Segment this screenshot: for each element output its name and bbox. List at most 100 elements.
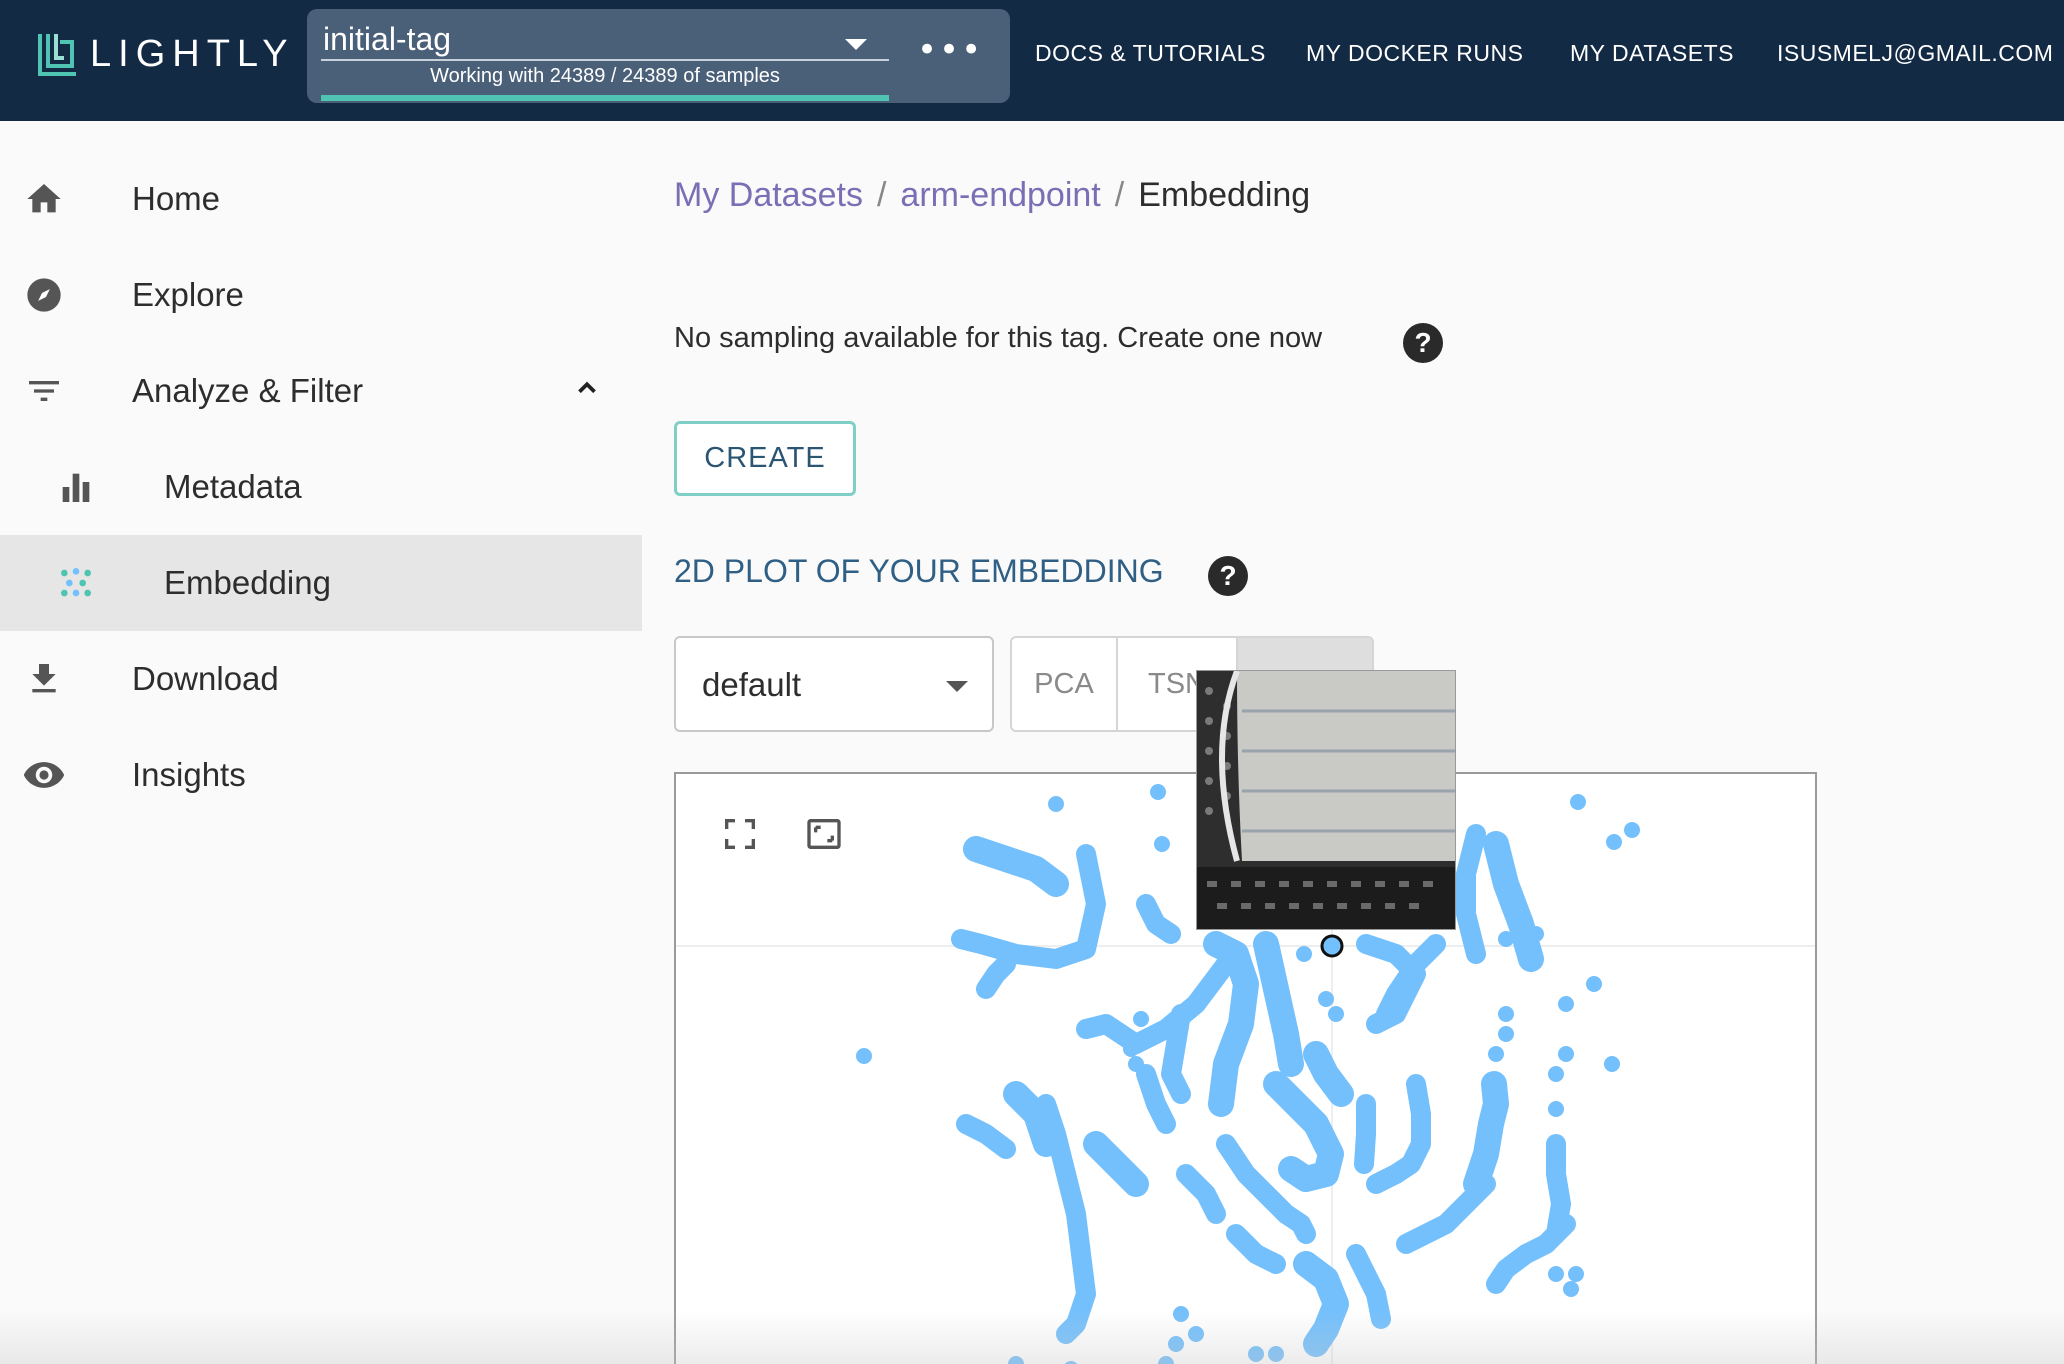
create-sampling-button[interactable]: CREATE: [674, 421, 856, 496]
embedding-point[interactable]: [1123, 1041, 1139, 1057]
embedding-point[interactable]: [1558, 1046, 1574, 1062]
sidebar-item-download[interactable]: Download: [0, 631, 642, 727]
download-icon: [22, 657, 66, 701]
help-icon[interactable]: ?: [1403, 323, 1443, 363]
embedding-cluster[interactable]: [1083, 1131, 1149, 1197]
embedding-point[interactable]: [1624, 822, 1640, 838]
embedding-cluster[interactable]: [1176, 1164, 1226, 1224]
embedding-select[interactable]: default: [674, 636, 994, 732]
help-icon[interactable]: ?: [1208, 556, 1248, 596]
embedding-point[interactable]: [1548, 1266, 1564, 1282]
breadcrumb-current: Embedding: [1138, 176, 1311, 214]
embedding-cluster[interactable]: [976, 954, 1016, 999]
embedding-point[interactable]: [1498, 1006, 1514, 1022]
embedding-cluster[interactable]: [1226, 1224, 1286, 1274]
embedding-cluster[interactable]: [1396, 1174, 1496, 1254]
sidebar-item-label: Embedding: [164, 564, 331, 601]
embedding-point[interactable]: [1188, 1326, 1204, 1342]
embedding-point[interactable]: [1570, 794, 1586, 810]
embedding-cluster[interactable]: [1366, 1074, 1431, 1194]
chevron-down-icon[interactable]: [845, 39, 867, 50]
embedding-cluster[interactable]: [1346, 1244, 1391, 1329]
eye-icon: [22, 753, 66, 797]
embedding-point[interactable]: [1604, 1056, 1620, 1072]
embedding-point[interactable]: [1008, 1356, 1024, 1364]
sidebar-item-label: Home: [132, 180, 221, 217]
embedding-cluster[interactable]: [1253, 931, 1304, 1077]
tag-name[interactable]: initial-tag: [323, 21, 451, 58]
breadcrumb-separator: /: [1114, 176, 1125, 214]
embedding-point[interactable]: [1568, 1266, 1584, 1282]
breadcrumb-my-datasets[interactable]: My Datasets: [674, 176, 863, 214]
embedding-point[interactable]: [1498, 931, 1514, 947]
embedding-point[interactable]: [1048, 796, 1064, 812]
scatter-icon: [54, 561, 98, 605]
tag-underline: [321, 59, 889, 61]
embedding-point[interactable]: [953, 931, 969, 947]
sidebar-item-analyze-filter[interactable]: Analyze & Filter: [0, 343, 642, 439]
method-pca[interactable]: PCA: [1012, 638, 1118, 730]
embedding-point[interactable]: [1150, 784, 1166, 800]
lightly-logo[interactable]: LIGHTLY: [36, 28, 295, 80]
embedding-point[interactable]: [1168, 1336, 1184, 1352]
embedding-point[interactable]: [1328, 1006, 1344, 1022]
embedding-point[interactable]: [1318, 991, 1334, 1007]
embedding-point[interactable]: [1563, 1281, 1579, 1297]
embedding-point[interactable]: [1488, 1046, 1504, 1062]
embedding-point[interactable]: [1158, 1356, 1174, 1364]
chevron-down-icon: [946, 681, 968, 692]
sidebar-item-home[interactable]: Home: [0, 151, 642, 247]
embedding-cluster[interactable]: [1076, 954, 1236, 1054]
breadcrumb-dataset[interactable]: arm-endpoint: [900, 176, 1100, 214]
embedding-point[interactable]: [1128, 1056, 1144, 1072]
sidebar-item-label: Download: [132, 660, 279, 697]
sample-progress-bar: [321, 95, 889, 101]
nav-docs[interactable]: DOCS & TUTORIALS: [1035, 40, 1266, 67]
nav-my-datasets[interactable]: MY DATASETS: [1570, 40, 1734, 67]
embedding-point[interactable]: [1268, 1346, 1284, 1362]
compass-icon: [22, 273, 66, 317]
no-sampling-message: No sampling available for this tag. Crea…: [674, 322, 1323, 354]
embedding-cluster[interactable]: [963, 836, 1069, 897]
embedding-point[interactable]: [1558, 996, 1574, 1012]
embedding-point[interactable]: [1548, 1066, 1564, 1082]
embedding-point[interactable]: [1528, 926, 1544, 942]
chevron-up-icon[interactable]: [572, 373, 602, 403]
sidebar-item-explore[interactable]: Explore: [0, 247, 642, 343]
embedding-point[interactable]: [1173, 1306, 1189, 1322]
embedding-point[interactable]: [1154, 836, 1170, 852]
embedding-cluster[interactable]: [1136, 1064, 1176, 1134]
embedding-point[interactable]: [1586, 976, 1602, 992]
embedding-cluster[interactable]: [956, 1114, 1016, 1159]
more-horizontal-icon[interactable]: •••: [917, 33, 981, 73]
embedding-cluster[interactable]: [1456, 824, 1486, 964]
embedding-select-value: default: [702, 666, 802, 703]
logo-text: LIGHTLY: [90, 32, 295, 75]
embedding-point[interactable]: [1248, 1346, 1264, 1362]
embedding-point[interactable]: [1548, 1101, 1564, 1117]
embedding-point[interactable]: [1296, 946, 1312, 962]
embedding-cluster[interactable]: [1136, 894, 1181, 944]
embedding-point[interactable]: [856, 1048, 872, 1064]
sidebar: Home Explore Analyze & Filter Metadata E…: [0, 121, 642, 1364]
sidebar-item-label: Explore: [132, 276, 244, 313]
embedding-cluster[interactable]: [1354, 1094, 1376, 1174]
sidebar-item-insights[interactable]: Insights: [0, 727, 642, 823]
hovered-point[interactable]: [1320, 934, 1344, 958]
embedding-point[interactable]: [1606, 834, 1622, 850]
mask-image: [1197, 671, 1455, 929]
sidebar-item-metadata[interactable]: Metadata: [0, 439, 642, 535]
filter-icon: [22, 369, 66, 413]
nav-account[interactable]: ISUSMELJ@GMAIL.COM: [1777, 40, 2053, 67]
embedding-cluster[interactable]: [1303, 1041, 1354, 1107]
embedding-point[interactable]: [1133, 1011, 1149, 1027]
embedding-cluster[interactable]: [1263, 1071, 1344, 1192]
tag-selector[interactable]: initial-tag Working with 24389 / 24389 o…: [307, 9, 1010, 103]
nav-docker-runs[interactable]: MY DOCKER RUNS: [1306, 40, 1523, 67]
embedding-cluster[interactable]: [1161, 1004, 1191, 1104]
embedding-cluster[interactable]: [1463, 1071, 1509, 1197]
sidebar-item-embedding[interactable]: Embedding: [0, 535, 642, 631]
embedding-cluster[interactable]: [1293, 1251, 1349, 1357]
embedding-cluster[interactable]: [1003, 1081, 1059, 1157]
embedding-point[interactable]: [1498, 1026, 1514, 1042]
